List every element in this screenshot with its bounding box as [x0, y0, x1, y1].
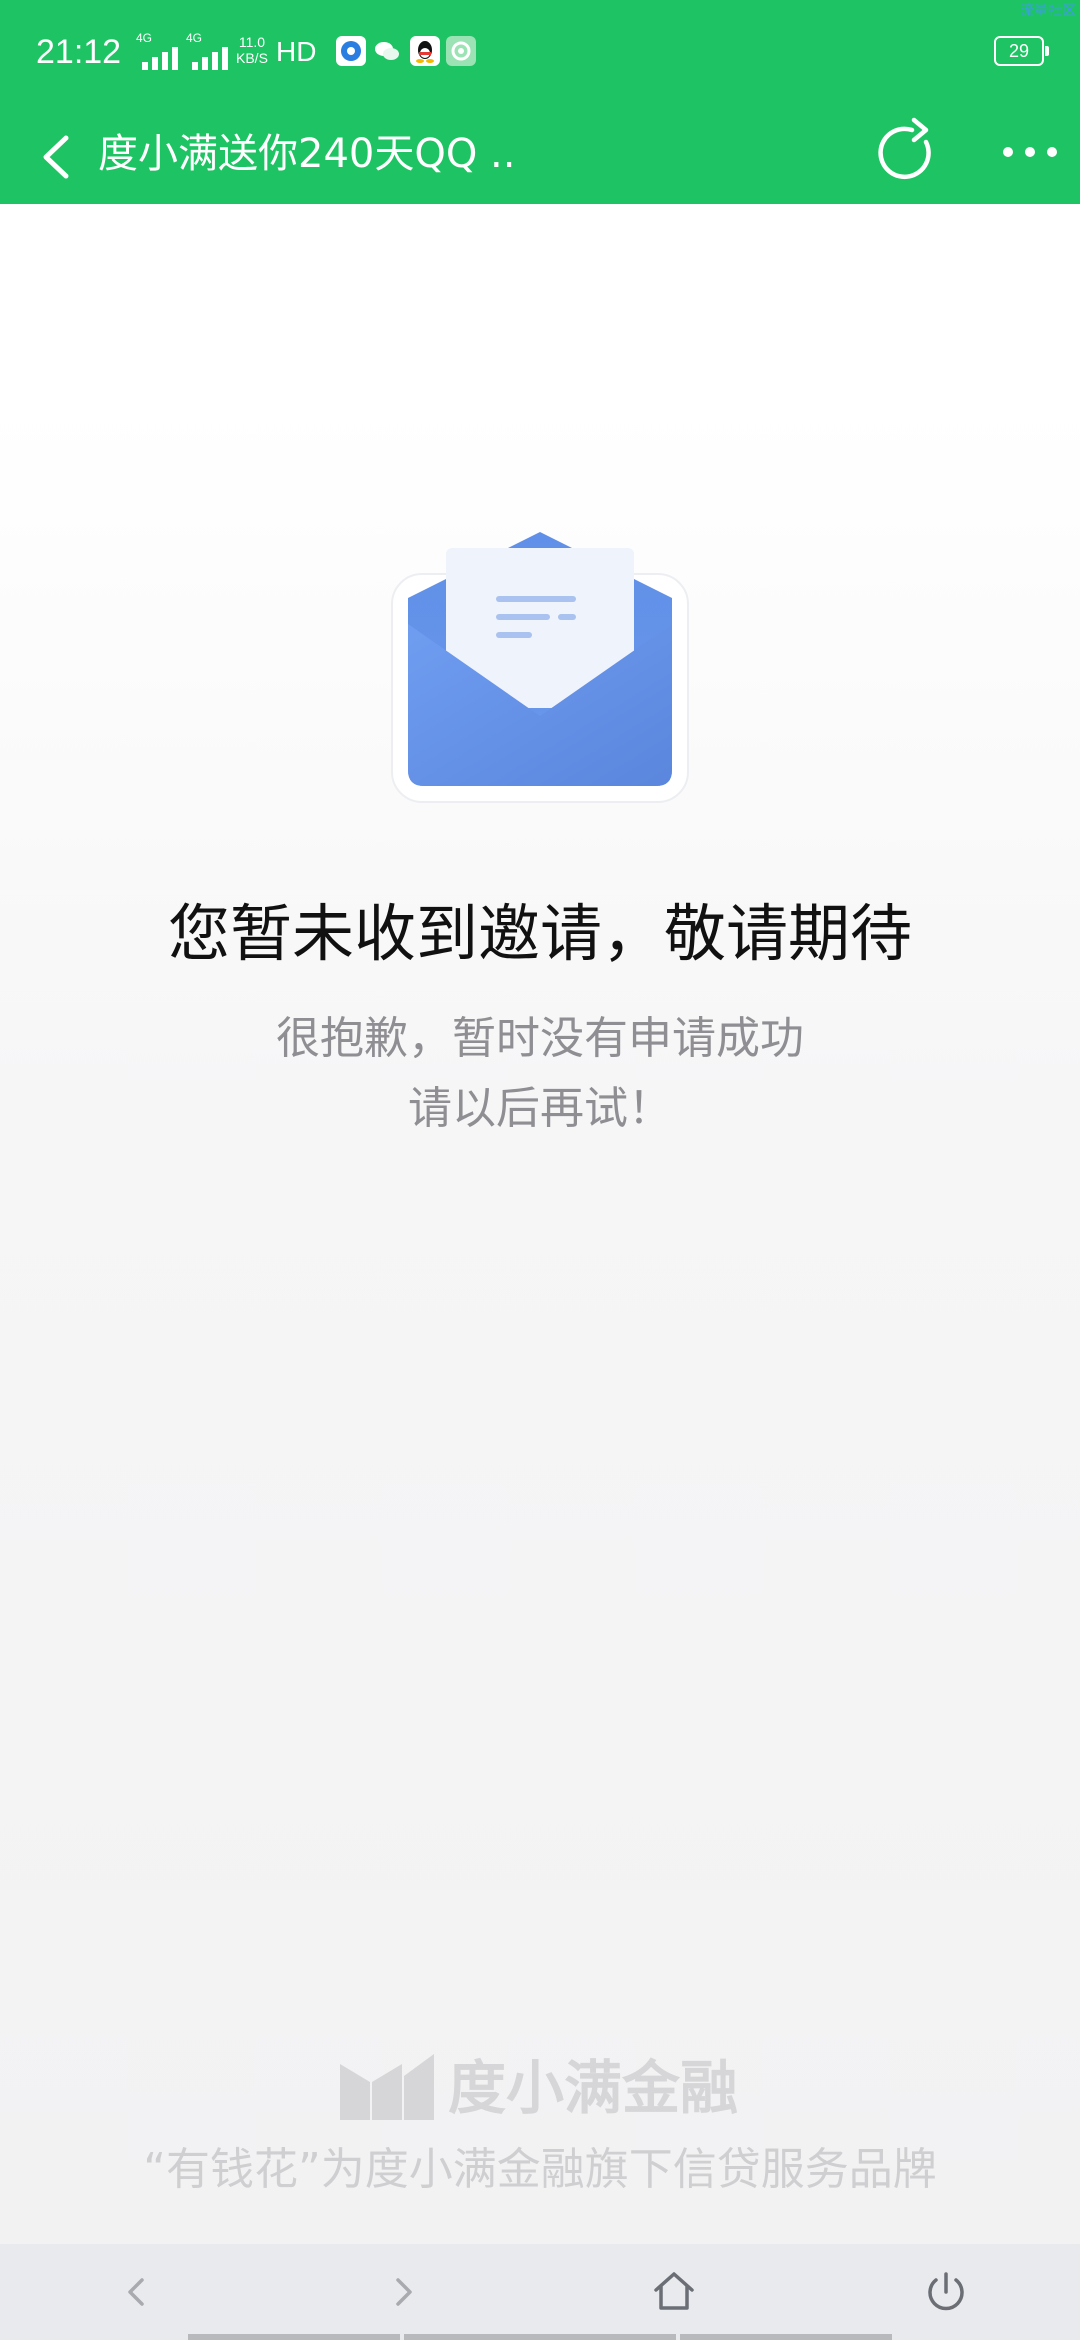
- power-icon: [928, 2272, 964, 2311]
- empty-state-message: 很抱歉，暂时没有申请成功 请以后再试！: [0, 1004, 1080, 1144]
- more-dots-icon: [1003, 147, 1057, 157]
- network-speed-unit: KB/S: [236, 50, 268, 66]
- browser-app-icon: [336, 36, 366, 66]
- main-content: 您暂未收到邀请，敬请期待 很抱歉，暂时没有申请成功 请以后再试！ 度小满金融 “…: [0, 204, 1080, 2244]
- hd-indicator: HD: [276, 36, 317, 67]
- bottom-navigation-bar: [0, 2244, 1080, 2340]
- home-icon: [654, 2272, 694, 2310]
- nav-segment-3: [680, 2334, 892, 2340]
- brand-logo-icon: [340, 2054, 434, 2120]
- nav-segment-2: [404, 2334, 676, 2340]
- status-bar: 21:12 4G 4G 11.0 KB/S HD 29 流量社区: [0, 0, 1080, 104]
- forward-nav-icon: [396, 2278, 412, 2306]
- back-button[interactable]: [22, 122, 92, 192]
- qq-icon: [410, 36, 440, 66]
- back-nav-icon: [128, 2278, 144, 2306]
- status-time: 21:12: [36, 33, 122, 71]
- title-bar: 度小满送你240天QQ ..: [0, 104, 1080, 204]
- nav-home-button[interactable]: [638, 2256, 710, 2328]
- network-speed-value: 11.0: [238, 34, 266, 50]
- brand-logo: 度小满金融: [340, 2050, 760, 2126]
- network-speed: 11.0 KB/S: [236, 34, 268, 66]
- network-type-label-2: 4G: [186, 31, 203, 45]
- refresh-icon: [878, 117, 931, 180]
- empty-state-message-line-2: 请以后再试！: [408, 1083, 672, 1134]
- more-options-button[interactable]: [990, 112, 1070, 192]
- battery-indicator: 29: [994, 36, 1049, 66]
- nav-power-button[interactable]: [910, 2256, 982, 2328]
- page-title: 度小满送你240天QQ ..: [98, 131, 516, 177]
- brand-name: 度小满金融: [448, 2054, 739, 2122]
- signal-icon: 4G: [136, 32, 188, 72]
- wechat-icon: [372, 36, 402, 66]
- brand-tagline: “有钱花”为度小满金融旗下信贷服务品牌: [143, 2144, 937, 2195]
- envelope-icon: [391, 532, 689, 803]
- back-arrow-icon: [43, 135, 69, 179]
- empty-state-title: 您暂未收到邀请，敬请期待: [167, 897, 912, 970]
- game-app-icon: [446, 36, 476, 66]
- nav-segment-1: [188, 2334, 400, 2340]
- network-type-label: 4G: [136, 31, 153, 45]
- nav-forward-button[interactable]: [368, 2256, 440, 2328]
- corner-overlay-text: 流量社区: [1020, 3, 1076, 19]
- refresh-button[interactable]: [868, 112, 948, 192]
- empty-state-message-line-1: 很抱歉，暂时没有申请成功: [276, 1013, 804, 1064]
- nav-back-button[interactable]: [100, 2256, 172, 2328]
- signal-icon-2: 4G: [186, 32, 238, 72]
